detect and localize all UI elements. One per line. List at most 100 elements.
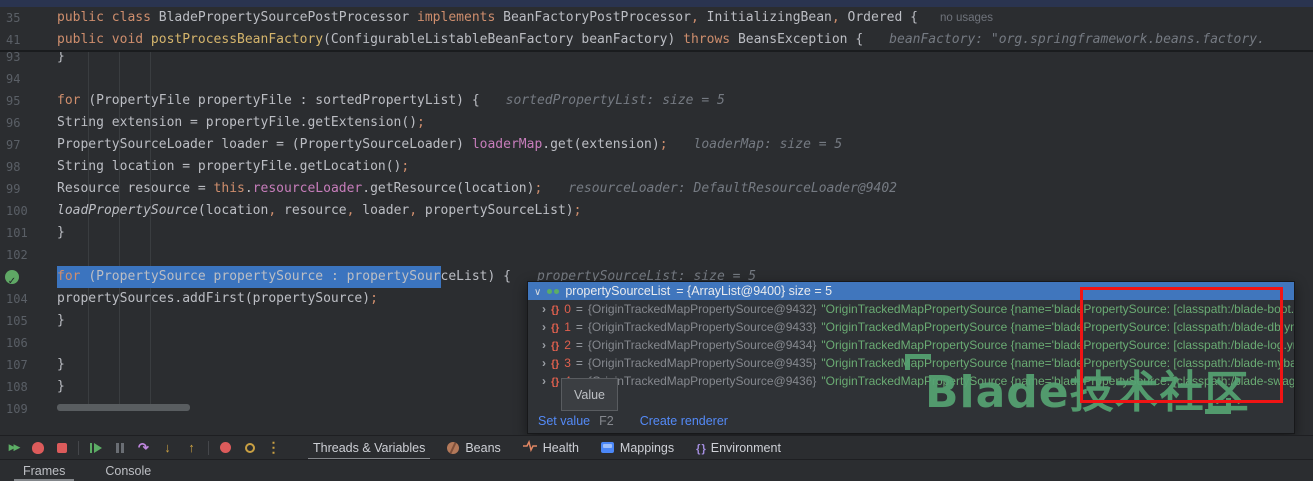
expand-chevron-icon[interactable] <box>542 320 546 334</box>
more-icon[interactable] <box>266 440 281 456</box>
horizontal-scrollbar[interactable] <box>57 404 190 411</box>
variable-reference: {OriginTrackedMapPropertySource@9435} <box>588 356 817 370</box>
restart-debugger-icon[interactable] <box>30 440 45 456</box>
variable-index: 0 <box>564 302 571 316</box>
ide-debug-screen: { "editor": { "sticky": [ { "num": "35",… <box>0 0 1313 481</box>
code-line[interactable]: 102 <box>0 244 1313 266</box>
code-line[interactable]: 99 Resource resource = this.resourceLoad… <box>0 178 1313 200</box>
toolbar-separator <box>208 441 209 455</box>
code-text: String extension = propertyFile.getExten… <box>57 112 425 134</box>
code-line[interactable]: 98 String location = propertyFile.getLoc… <box>0 156 1313 178</box>
create-renderer-link[interactable]: Create renderer <box>640 414 728 428</box>
line-number[interactable]: 101 <box>6 222 42 244</box>
collapse-chevron-icon[interactable] <box>534 284 541 298</box>
line-number[interactable]: 35 <box>6 7 42 29</box>
code-line[interactable]: 101 } <box>0 222 1313 244</box>
step-out-icon[interactable] <box>184 440 199 456</box>
braces-icon <box>696 441 705 455</box>
code-line[interactable]: 94 <box>0 68 1313 90</box>
variable-name: propertySourceList <box>565 284 670 298</box>
tab-mappings[interactable]: Mappings <box>590 436 685 460</box>
code-line[interactable]: 100 loadPropertySource(location, resourc… <box>0 200 1313 222</box>
tab-label: Environment <box>711 441 781 455</box>
code-line[interactable]: 35public class BladePropertySourcePostPr… <box>0 7 1313 29</box>
line-number[interactable]: 96 <box>6 112 42 134</box>
code-text: String location = propertyFile.getLocati… <box>57 156 409 178</box>
variable-index: 2 <box>564 338 571 352</box>
code-line[interactable]: 97 PropertySourceLoader loader = (Proper… <box>0 134 1313 156</box>
set-value-link[interactable]: Set value <box>538 414 590 428</box>
breakpoint-verified-icon[interactable] <box>5 270 19 284</box>
line-number[interactable]: 95 <box>6 90 42 112</box>
expand-chevron-icon[interactable] <box>542 338 546 352</box>
stop-icon[interactable] <box>54 440 69 456</box>
inline-debug-hint: beanFactory: "org.springframework.beans.… <box>889 32 1265 47</box>
mappings-icon <box>601 442 614 453</box>
tab-label: Mappings <box>620 441 674 455</box>
debug-tab-strip: Threads & Variables Beans Health Mapping… <box>302 436 792 460</box>
map-object-icon <box>551 338 559 352</box>
code-line[interactable]: 95 for (PropertyFile propertyFile : sort… <box>0 90 1313 112</box>
line-number[interactable]: 107 <box>6 354 42 376</box>
annotation-red-box <box>1080 287 1283 403</box>
tab-label: Threads & Variables <box>313 441 425 455</box>
line-number[interactable]: 102 <box>6 244 42 266</box>
resume-icon[interactable] <box>88 440 103 456</box>
code-text: } <box>57 376 65 398</box>
expand-chevron-icon[interactable] <box>542 302 546 316</box>
rerun-icon[interactable] <box>6 440 21 456</box>
tab-frames[interactable]: Frames <box>14 460 74 481</box>
code-line[interactable]: 96 String extension = propertyFile.getEx… <box>0 112 1313 134</box>
health-pulse-icon <box>523 440 537 455</box>
line-number[interactable]: 41 <box>6 29 42 51</box>
tab-environment[interactable]: Environment <box>685 436 792 460</box>
tab-console[interactable]: Console <box>96 460 160 481</box>
line-number[interactable]: 106 <box>6 332 42 354</box>
view-breakpoints-icon[interactable] <box>242 440 257 456</box>
toolbar-separator <box>78 441 79 455</box>
expand-chevron-icon[interactable] <box>542 374 546 388</box>
mute-breakpoints-icon[interactable] <box>218 440 233 456</box>
step-over-icon[interactable] <box>136 440 151 456</box>
variable-values-icon <box>547 289 552 294</box>
code-text: for (PropertyFile propertyFile : sortedP… <box>57 90 725 112</box>
pause-icon[interactable] <box>112 440 127 456</box>
line-number[interactable]: 98 <box>6 156 42 178</box>
tab-label: Beans <box>465 441 500 455</box>
line-number[interactable]: 108 <box>6 376 42 398</box>
expand-chevron-icon[interactable] <box>542 356 546 370</box>
line-number[interactable]: 97 <box>6 134 42 156</box>
variable-reference: {OriginTrackedMapPropertySource@9433} <box>588 320 817 334</box>
code-text: loadPropertySource(location, resource, l… <box>57 200 581 222</box>
code-text: propertySources.addFirst(propertySource)… <box>57 288 378 310</box>
inline-debug-hint: resourceLoader: DefaultResourceLoader@94… <box>568 181 897 196</box>
code-text: public void postProcessBeanFactory(Confi… <box>57 29 1265 51</box>
line-number[interactable]: 105 <box>6 310 42 332</box>
tool-window-tab-bar: Frames Console <box>0 459 1313 481</box>
code-line[interactable]: 41 public void postProcessBeanFactory(Co… <box>0 29 1313 51</box>
sticky-code-header: 35public class BladePropertySourcePostPr… <box>0 7 1313 52</box>
tab-threads-variables[interactable]: Threads & Variables <box>302 436 436 460</box>
value-tooltip: Value <box>561 378 618 411</box>
map-object-icon <box>551 356 559 370</box>
code-text: PropertySourceLoader loader = (PropertyS… <box>57 134 842 156</box>
tab-label: Health <box>543 441 579 455</box>
line-number[interactable]: 94 <box>6 68 42 90</box>
window-top-accent-strip <box>0 0 1313 7</box>
debug-toolbar: Threads & Variables Beans Health Mapping… <box>0 435 1313 459</box>
line-number[interactable]: 100 <box>6 200 42 222</box>
variable-reference: {OriginTrackedMapPropertySource@9432} <box>588 302 817 316</box>
step-into-icon[interactable] <box>160 440 175 456</box>
usages-hint: no usages <box>940 12 993 24</box>
line-number[interactable]: 109 <box>6 398 42 420</box>
tab-beans[interactable]: Beans <box>436 436 511 460</box>
line-number[interactable]: 104 <box>6 288 42 310</box>
tab-health[interactable]: Health <box>512 436 590 460</box>
variable-reference: {OriginTrackedMapPropertySource@9434} <box>588 338 817 352</box>
code-text: } <box>57 222 65 244</box>
line-number[interactable]: 99 <box>6 178 42 200</box>
map-object-icon <box>551 320 559 334</box>
map-object-icon <box>551 302 559 316</box>
map-object-icon <box>551 374 559 388</box>
variable-index: 1 <box>564 320 571 334</box>
